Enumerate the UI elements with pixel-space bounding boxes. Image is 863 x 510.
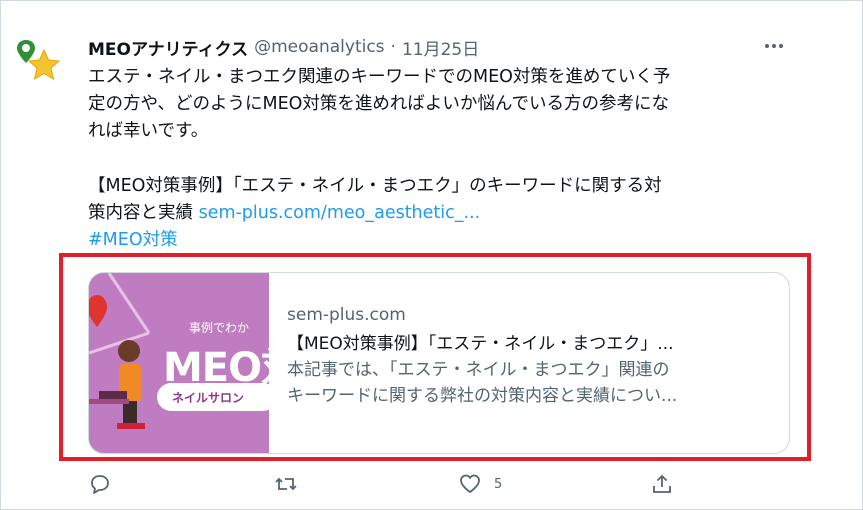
retweet-icon [275,477,297,491]
hashtag-link[interactable]: #MEO対策 [88,230,178,250]
tweet-date[interactable]: 11月25日 [402,35,479,60]
more-options-icon[interactable] [762,36,786,56]
like-count: 5 [494,476,503,492]
like-button[interactable]: 5 [458,470,502,498]
reply-icon [91,475,109,494]
tweet-link[interactable]: sem-plus.com/meo_aesthetic_... [199,203,481,223]
highlight-box [59,253,811,461]
tweet-text-line: 策内容と実績 sem-plus.com/meo_aesthetic_... [88,200,808,227]
share-button[interactable] [650,470,674,498]
avatar[interactable] [14,36,62,84]
heart-icon [460,474,480,493]
separator-dot: · [390,37,396,57]
retweet-button[interactable] [274,470,298,498]
map-pin-star-icon [17,40,61,81]
tweet-header: MEOアナリティクス @meoanalytics · 11月25日 [88,35,479,60]
share-icon [653,474,671,493]
tweet-text-line: 【MEO対策事例】「エステ・ネイル・まつエク」のキーワードに関する対 [88,176,662,196]
tweet-text-line: れば幸いです。 [88,121,209,141]
tweet-text-line: エステ・ネイル・まつエク関連のキーワードでのMEO対策を進めていく予 [88,67,671,87]
author-handle[interactable]: @meoanalytics [254,37,384,57]
tweet-text-line: 定の方や、どのようにMEO対策を進めればよいか悩んでいる方の参考にな [88,94,670,114]
action-bar: 5 [0,470,863,500]
tweet-text-prefix: 策内容と実績 [88,203,199,223]
hashtag-line: #MEO対策 [88,227,808,254]
author-name[interactable]: MEOアナリティクス [88,35,248,60]
reply-button[interactable] [88,470,112,498]
